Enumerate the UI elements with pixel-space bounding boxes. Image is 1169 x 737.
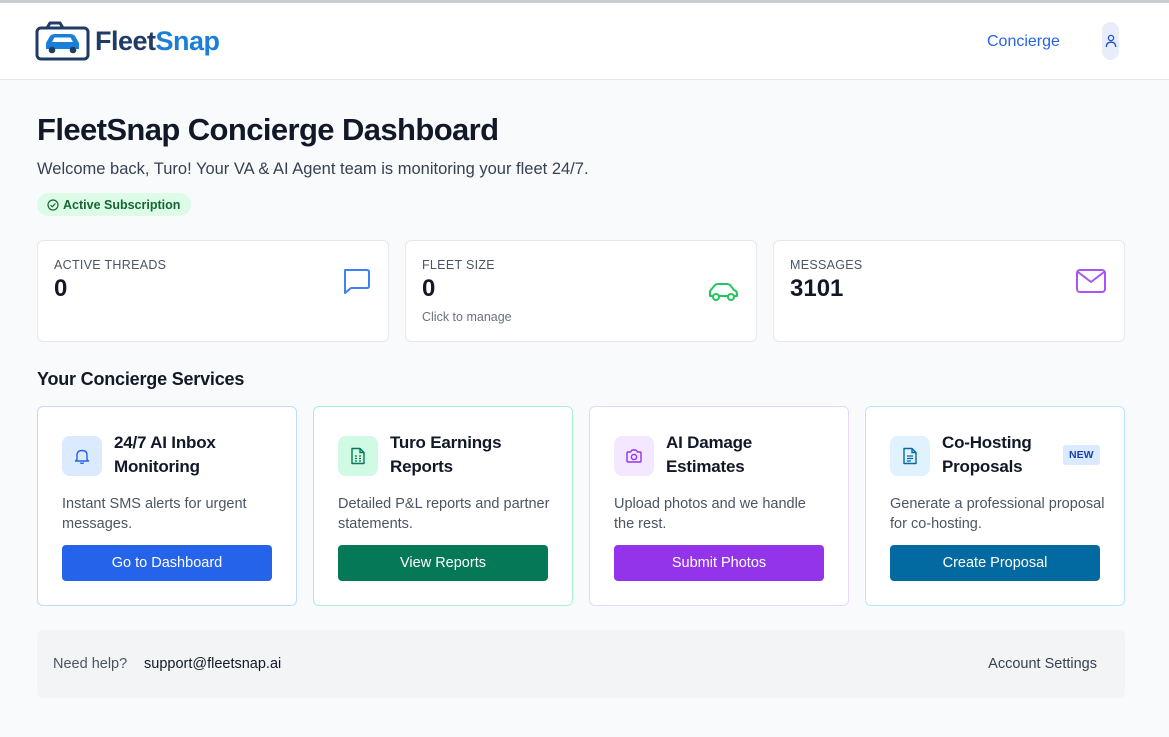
help-label: Need help?	[53, 656, 128, 672]
chat-bubble-icon	[344, 269, 370, 294]
stat-label: FLEET SIZE	[422, 258, 495, 272]
services-heading: Your Concierge Services	[37, 369, 245, 389]
car-icon	[709, 283, 738, 301]
stat-card-messages: MESSAGES 3101	[773, 240, 1125, 342]
stat-value: 3101	[790, 275, 844, 302]
stat-label: ACTIVE THREADS	[54, 258, 167, 272]
account-settings-link[interactable]: Account Settings	[988, 656, 1097, 672]
service-description: Upload photos and we handle the rest.	[614, 496, 806, 532]
submit-photos-button[interactable]: Submit Photos	[614, 545, 824, 581]
support-email-link[interactable]: support@fleetsnap.ai	[144, 656, 281, 672]
service-description: Instant SMS alerts for urgent messages.	[62, 496, 247, 532]
service-title: AI Damage Estimates	[666, 433, 753, 476]
service-description: Generate a professional proposal for co-…	[890, 496, 1105, 532]
brand-name: FleetSnap	[95, 25, 220, 56]
service-card-earnings-reports: Turo Earnings Reports Detailed P&L repor…	[313, 406, 573, 606]
service-title: Turo Earnings Reports	[390, 433, 502, 476]
nav-concierge-link[interactable]: Concierge	[987, 32, 1060, 52]
stat-value: 0	[54, 275, 68, 302]
welcome-message: Welcome back, Turo! Your VA & AI Agent t…	[37, 160, 589, 178]
create-proposal-button[interactable]: Create Proposal	[890, 545, 1100, 581]
subscription-status-badge: Active Subscription	[37, 193, 192, 216]
service-title: 24/7 AI Inbox Monitoring	[114, 433, 216, 476]
service-card-inbox-monitoring: 24/7 AI Inbox Monitoring Instant SMS ale…	[37, 406, 297, 606]
check-circle-icon	[47, 198, 59, 211]
spreadsheet-icon	[351, 447, 365, 465]
document-icon	[903, 447, 917, 465]
envelope-icon	[1076, 269, 1106, 293]
brand-logo[interactable]: FleetSnap	[35, 21, 220, 61]
top-header: FleetSnap Concierge	[0, 3, 1169, 80]
service-icon-box	[890, 436, 930, 476]
service-icon-box	[338, 436, 378, 476]
fleet-manage-hint: Click to manage	[422, 310, 512, 324]
service-icon-box	[614, 436, 654, 476]
page-title: FleetSnap Concierge Dashboard	[37, 112, 499, 147]
camera-car-logo-icon	[35, 21, 90, 61]
camera-icon	[626, 449, 642, 463]
user-icon	[1105, 34, 1116, 48]
help-footer: Need help? support@fleetsnap.ai Account …	[37, 630, 1125, 698]
stat-value: 0	[422, 275, 436, 302]
service-card-cohosting-proposals: Co-Hosting Proposals NEW Generate a prof…	[865, 406, 1125, 606]
stat-card-fleet-size[interactable]: FLEET SIZE 0 Click to manage	[405, 240, 757, 342]
service-card-damage-estimates: AI Damage Estimates Upload photos and we…	[589, 406, 849, 606]
service-icon-box	[62, 436, 102, 476]
user-menu-button[interactable]	[1102, 22, 1119, 60]
view-reports-button[interactable]: View Reports	[338, 545, 548, 581]
bell-icon	[74, 449, 90, 465]
go-to-dashboard-button[interactable]: Go to Dashboard	[62, 545, 272, 581]
stat-label: MESSAGES	[790, 258, 863, 272]
service-description: Detailed P&L reports and partner stateme…	[338, 496, 550, 532]
new-badge: NEW	[1063, 445, 1100, 465]
stat-card-active-threads: ACTIVE THREADS 0	[37, 240, 389, 342]
